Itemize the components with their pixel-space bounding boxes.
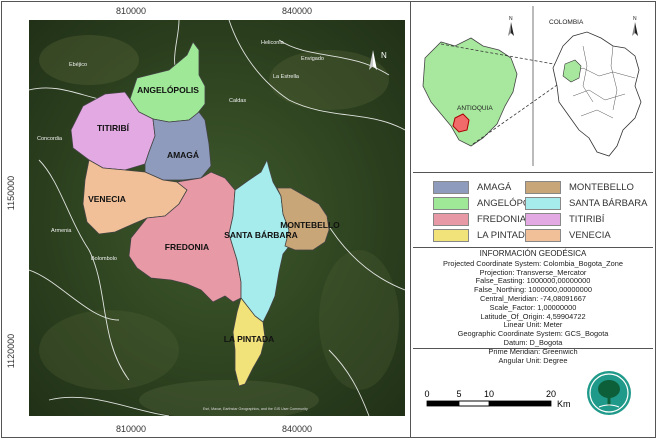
place-label: Caldas	[229, 98, 246, 104]
geodetic-info-title: INFORMACIÓN GEODÉSICA	[479, 249, 587, 258]
label-venecia: VENECIA	[88, 194, 126, 204]
legend-swatch	[525, 213, 561, 226]
legend-item-fredonia: FREDONIA	[433, 213, 526, 226]
grid-label-x-right-top: 840000	[282, 6, 313, 16]
legend-item-titiribi: TITIRIBÍ	[525, 213, 604, 226]
legend-item-santa-barbara: SANTA BÁRBARA	[525, 197, 648, 210]
place-label: Concordia	[37, 136, 63, 142]
legend-item-la-pintada: LA PINTADA	[433, 229, 531, 242]
label-la-pintada: LA PINTADA	[224, 334, 275, 344]
place-label: La Estrella	[273, 74, 300, 80]
grid-label-x-left-bottom: 810000	[116, 424, 147, 434]
place-label: Ebéjico	[69, 62, 87, 68]
municipality-amaga[interactable]	[144, 111, 212, 181]
svg-text:N: N	[509, 16, 513, 22]
legend-item-venecia: VENECIA	[525, 229, 611, 242]
legend-swatch	[525, 229, 561, 242]
grid-label-x-left-top: 810000	[116, 6, 147, 16]
legend-swatch	[433, 229, 469, 242]
scale-bar: 0 5 10 20 Km	[424, 389, 570, 409]
locator-map[interactable]: ANTIOQUIA COLOMBIA N N	[413, 6, 653, 166]
grid-label-y-lower-left: 1120000	[6, 333, 17, 369]
panel-divider	[410, 1, 411, 438]
label-amaga: AMAGÁ	[167, 150, 199, 160]
label-fredonia: FREDONIA	[165, 242, 209, 252]
label-titiribi: TITIRIBÍ	[97, 123, 130, 133]
grid-label-y-upper-left: 1150000	[6, 175, 17, 211]
grid-label-x-right-bottom: 840000	[282, 424, 313, 434]
scale-tick-label: 20	[546, 389, 556, 399]
legend: AMAGÁ ANGELÓPOLIS FREDONIA LA PINTADA MO…	[413, 172, 653, 248]
scale-unit-label: Km	[557, 399, 571, 409]
main-map[interactable]: AMAGÁ ANGELÓPOLIS FREDONIA LA PINTADA MO…	[29, 20, 405, 416]
scale-tick-label: 0	[424, 389, 429, 399]
legend-item-amaga: AMAGÁ	[433, 181, 511, 194]
department-label: ANTIOQUIA	[457, 105, 493, 112]
label-angelopolis: ANGELÓPOLIS	[137, 84, 199, 95]
svg-text:N: N	[381, 51, 387, 60]
scale-and-logo: 0 5 10 20 Km	[413, 348, 653, 415]
place-label: Envigado	[301, 56, 324, 62]
place-label: Armenia	[51, 228, 72, 234]
label-montebello: MONTEBELLO	[280, 220, 340, 230]
svg-text:N: N	[633, 16, 637, 22]
label-santa-barbara: SANTA BÁRBARA	[224, 230, 298, 240]
place-label: Heliconia	[261, 40, 285, 46]
legend-swatch	[525, 197, 561, 210]
tree-logo-icon	[587, 371, 631, 415]
legend-swatch	[525, 181, 561, 194]
scale-tick-label: 10	[484, 389, 494, 399]
legend-item-montebello: MONTEBELLO	[525, 181, 634, 194]
scale-tick-label: 5	[456, 389, 461, 399]
place-label: Bolombolo	[91, 256, 117, 262]
legend-swatch	[433, 197, 469, 210]
legend-swatch	[433, 213, 469, 226]
basemap-attribution: Esri, Maxar, Earthstar Geographics, and …	[203, 407, 308, 411]
geodetic-info: INFORMACIÓN GEODÉSICA Projected Coordina…	[413, 249, 653, 364]
legend-swatch	[433, 181, 469, 194]
country-label: COLOMBIA	[549, 19, 584, 26]
